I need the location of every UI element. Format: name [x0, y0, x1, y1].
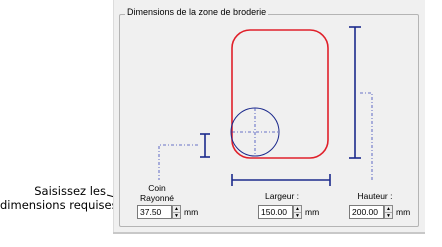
spin-down-icon[interactable]: ▼ — [385, 213, 392, 219]
spin-up-icon[interactable]: ▲ — [294, 206, 301, 213]
height-label: Hauteur : — [357, 191, 393, 201]
spin-up-icon[interactable]: ▲ — [173, 206, 180, 213]
callout-line-2: dimensions requises — [0, 198, 118, 212]
callout-line-1: Saisissez les — [34, 184, 106, 198]
height-guide-line — [360, 92, 373, 180]
corner-guide-line — [158, 144, 198, 180]
spin-up-icon[interactable]: ▲ — [385, 206, 392, 213]
height-unit: mm — [396, 207, 411, 217]
height-spinner[interactable]: ▲ ▼ — [384, 205, 393, 219]
hoop-outline — [231, 29, 329, 159]
width-input[interactable] — [258, 205, 293, 219]
dialog-panel: Dimensions de la zone de broderie Coin R… — [113, 0, 425, 232]
height-marker — [349, 26, 361, 159]
corner-radius-input[interactable] — [137, 205, 172, 219]
corner-label: Coin Rayonné — [140, 183, 175, 203]
corner-radius-spinner[interactable]: ▲ ▼ — [172, 205, 181, 219]
width-unit: mm — [305, 207, 320, 217]
instruction-callout: Saisissez les dimensions requises — [0, 184, 118, 212]
panel-bottom-edge — [113, 232, 425, 234]
width-marker — [231, 174, 331, 186]
width-label: Largeur : — [264, 191, 300, 201]
height-input[interactable] — [349, 205, 384, 219]
corner-unit: mm — [184, 207, 199, 217]
spin-down-icon[interactable]: ▼ — [294, 213, 301, 219]
spin-down-icon[interactable]: ▼ — [173, 213, 180, 219]
width-spinner[interactable]: ▲ ▼ — [293, 205, 302, 219]
corner-radius-marker — [200, 133, 210, 158]
